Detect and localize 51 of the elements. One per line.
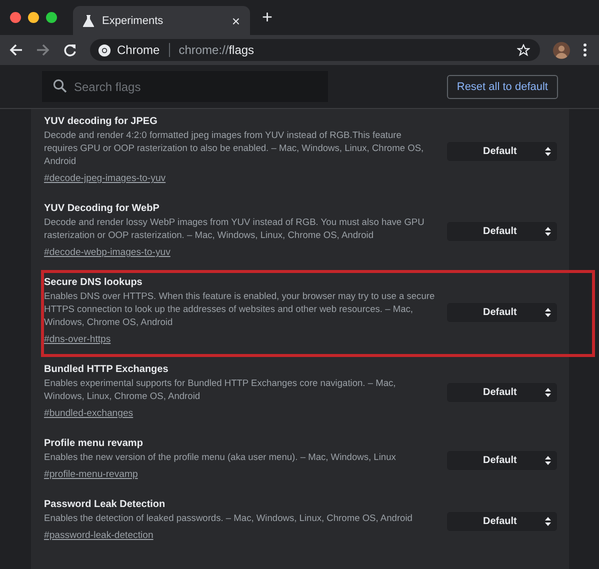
flag-link[interactable]: #bundled-exchanges [44,408,134,419]
site-name: Chrome [117,43,160,57]
flag-dropdown[interactable]: Default [447,512,557,530]
flag-dropdown[interactable]: Default [447,383,557,402]
avatar-icon[interactable] [553,42,570,58]
browser-tab[interactable]: Experiments × [73,6,250,35]
forward-icon[interactable] [36,43,50,57]
reset-all-button[interactable]: Reset all to default [446,74,558,98]
close-tab-button[interactable]: × [232,12,240,28]
flag-link[interactable]: #profile-menu-revamp [44,469,138,480]
flag-description: Enables experimental supports for Bundled HTTP Exchanges core navigation. – Mac, Windows, Linux, Chrome OS, Android [44,377,397,403]
tab-title: Experiments [102,14,164,26]
chrome-logo-icon [98,44,111,56]
select-arrows-icon [545,388,551,397]
window-close-button[interactable] [10,12,21,23]
flag-dropdown[interactable]: Default [447,302,557,322]
new-tab-button[interactable]: + [262,7,273,28]
flag-link[interactable]: #decode-webp-images-to-yuv [44,247,170,258]
back-icon[interactable] [9,43,23,57]
window-minimize-button[interactable] [28,12,39,23]
select-arrows-icon [545,456,551,464]
url-text: chrome://flags [178,43,256,57]
flask-icon [83,14,94,26]
flag-link[interactable]: #dns-over-https [44,334,111,345]
bookmark-star-icon[interactable] [517,44,530,56]
select-arrows-icon [545,227,551,236]
flag-title: YUV decoding for JPEG [44,116,158,127]
flag-description: Enables the detection of leaked passwords. – Mac, Windows, Linux, Chrome OS, Android [44,512,414,525]
flag-title: Bundled HTTP Exchanges [44,364,170,375]
menu-icon[interactable] [583,43,587,57]
search-icon [53,79,67,93]
flag-link[interactable]: #password-leak-detection [44,530,154,541]
window-zoom-button[interactable] [46,12,57,23]
select-arrows-icon [545,516,551,526]
reload-icon[interactable] [63,43,77,57]
flag-description: Decode and render 4:2:0 formatted jpeg images from YUV instead of RGB.This feature requires GPU or OOP rasterization to also be enabled. – Mac, Windows, Linux, Chrome OS, Android [44,129,425,168]
flag-title: Password Leak Detection [44,499,166,510]
flag-description: Enables DNS over HTTPS. When this feature is enabled, your browser may try to use a secure HTTPS connection to look up the addresses of websites and other web resources. – Mac, Windows, Chrome OS, Android [44,290,435,329]
flag-title: Secure DNS lookups [44,277,144,288]
flag-description: Decode and render lossy WebP images from YUV instead of RGB. You must also have GPU rasterization or OOP rasterization. – Mac, Windows, Linux, Chrome OS, Android [44,216,426,242]
flag-description: Enables the new version of the profile menu (aka user menu). – Mac, Windows, Linux [44,451,397,464]
flag-dropdown[interactable]: Default [447,222,557,241]
flag-title: YUV Decoding for WebP [44,203,160,214]
flag-link[interactable]: #decode-jpeg-images-to-yuv [44,173,166,184]
flag-dropdown[interactable]: Default [447,142,557,160]
address-bar[interactable]: Chrome chrome://flags [90,39,540,61]
select-arrows-icon [545,308,551,316]
flag-title: Profile menu revamp [44,438,144,449]
select-arrows-icon [545,146,551,156]
flag-dropdown[interactable]: Default [447,450,557,470]
search-field[interactable]: Search flags [42,71,328,102]
